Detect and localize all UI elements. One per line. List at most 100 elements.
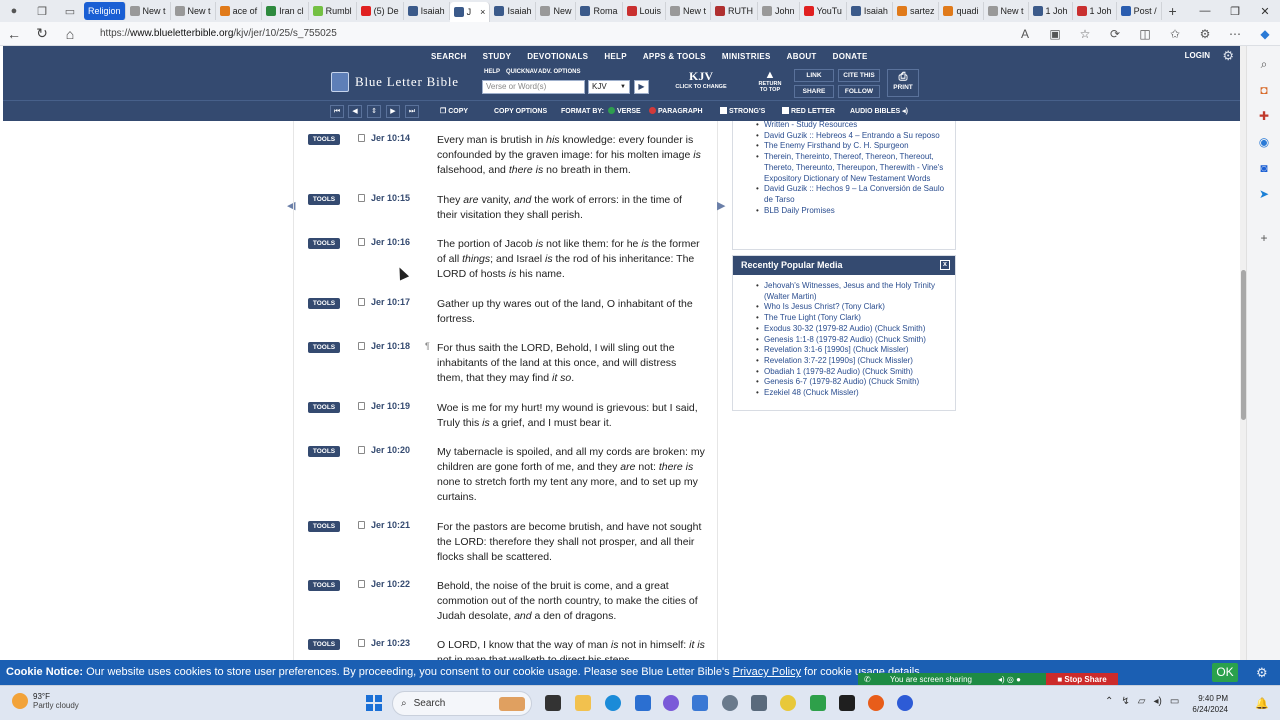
- cite-this-button[interactable]: CITE THIS: [838, 69, 880, 82]
- edge-browser-icon[interactable]: [605, 695, 621, 711]
- address-bar[interactable]: https://www.blueletterbible.org/kjv/jer/…: [88, 24, 978, 44]
- add-icon[interactable]: +: [1256, 230, 1272, 246]
- new-tab-button[interactable]: +: [1162, 3, 1184, 19]
- browser-tab[interactable]: New t: [171, 2, 216, 20]
- restore-button[interactable]: ❐: [1220, 5, 1250, 18]
- browser-tab[interactable]: quadi: [939, 2, 984, 20]
- chapter-list-icon[interactable]: ⇕: [367, 105, 381, 118]
- browser-tab[interactable]: Roma: [576, 2, 623, 20]
- browser-tab[interactable]: New t: [984, 2, 1029, 20]
- verse-tools-button[interactable]: TOOLS: [308, 194, 340, 205]
- task-view-icon[interactable]: [545, 695, 561, 711]
- verse-reference-link[interactable]: Jer 10:21: [371, 520, 410, 530]
- follow-button[interactable]: FOLLOW: [838, 85, 880, 98]
- refresh-icon[interactable]: ↻: [28, 25, 56, 42]
- browser-tab[interactable]: sartez: [893, 2, 940, 20]
- read-aloud-icon[interactable]: A: [1010, 27, 1040, 41]
- firefox-icon[interactable]: [868, 695, 884, 711]
- search-go-button[interactable]: ▶: [634, 80, 649, 94]
- browser-tab[interactable]: Louis: [623, 2, 667, 20]
- nav-donate[interactable]: DONATE: [825, 52, 876, 61]
- copy-verse-icon[interactable]: [358, 134, 365, 142]
- cookie-settings-gear-icon[interactable]: ⚙: [1256, 660, 1276, 685]
- verse-reference-link[interactable]: Jer 10:18: [371, 341, 410, 351]
- more-menu-icon[interactable]: ⋯: [1220, 27, 1250, 41]
- nav-search[interactable]: SEARCH: [423, 52, 475, 61]
- norton-icon[interactable]: [780, 695, 796, 711]
- stop-share-button[interactable]: ■ Stop Share: [1046, 673, 1118, 685]
- browser-tab[interactable]: 1 Joh: [1073, 2, 1117, 20]
- browser-tab[interactable]: Post /: [1117, 2, 1162, 20]
- browser-tab[interactable]: (5) De: [357, 2, 404, 20]
- login-link[interactable]: LOGIN: [1185, 51, 1210, 60]
- copy-verse-icon[interactable]: [358, 194, 365, 202]
- browser-tab[interactable]: Isaiah: [490, 2, 537, 20]
- tab-close-icon[interactable]: ×: [480, 7, 485, 17]
- verse-tools-button[interactable]: TOOLS: [308, 446, 340, 457]
- browser-tab[interactable]: Iran cl: [262, 2, 309, 20]
- strongs-toggle[interactable]: STRONG'S: [720, 105, 765, 118]
- verse-search-input[interactable]: Verse or Word(s): [482, 80, 585, 94]
- sync-icon[interactable]: ⟳: [1100, 27, 1130, 41]
- popular-media-link[interactable]: The True Light (Tony Clark): [756, 313, 951, 324]
- extensions-icon[interactable]: ⚙: [1190, 27, 1220, 41]
- nav-about[interactable]: ABOUT: [779, 52, 825, 61]
- popular-media-link[interactable]: Revelation 3:1-6 [1990s] (Chuck Missler): [756, 345, 951, 356]
- verse-reference-link[interactable]: Jer 10:14: [371, 133, 410, 143]
- nav-ministries[interactable]: MINISTRIES: [714, 52, 779, 61]
- verse-tools-button[interactable]: TOOLS: [308, 402, 340, 413]
- copilot-taskbar-icon[interactable]: [663, 695, 679, 711]
- popular-media-link[interactable]: Obadiah 1 (1979-82 Audio) (Chuck Smith): [756, 367, 951, 378]
- notification-bell-icon[interactable]: 🔔: [1255, 697, 1269, 710]
- copilot-icon[interactable]: ◆: [1250, 27, 1280, 41]
- tools-icon[interactable]: ✚: [1256, 108, 1272, 124]
- site-logo[interactable]: Blue Letter Bible: [331, 72, 459, 92]
- adv-options-link[interactable]: ADV. OPTIONS: [538, 69, 580, 75]
- privacy-policy-link[interactable]: Privacy Policy: [733, 666, 801, 678]
- battery-icon[interactable]: ▭: [1170, 696, 1179, 707]
- favorites-icon[interactable]: ✩: [1160, 27, 1190, 41]
- tray-chevron-up-icon[interactable]: ⌃: [1105, 696, 1113, 707]
- tray-app-icon[interactable]: ↯: [1121, 696, 1129, 707]
- copy-options-button[interactable]: COPY OPTIONS: [494, 105, 547, 118]
- browser-tab-active[interactable]: J ×: [449, 2, 491, 22]
- resource-link[interactable]: Therein, Thereinto, Thereof, Thereon, Th…: [756, 152, 951, 184]
- verse-reference-link[interactable]: Jer 10:22: [371, 579, 410, 589]
- verse-tools-button[interactable]: TOOLS: [308, 238, 340, 249]
- copy-verse-icon[interactable]: [358, 639, 365, 647]
- weather-widget[interactable]: 93°F Partly cloudy: [12, 692, 79, 710]
- first-chapter-icon[interactable]: ⏮: [330, 105, 344, 118]
- verse-reference-link[interactable]: Jer 10:23: [371, 638, 410, 648]
- zoom-icon[interactable]: [897, 695, 913, 711]
- audio-bibles-button[interactable]: AUDIO BIBLES ◂): [850, 105, 908, 118]
- app-available-icon[interactable]: ▣: [1040, 27, 1070, 41]
- workspaces-icon[interactable]: ❐: [28, 0, 56, 22]
- popular-media-link[interactable]: Who Is Jesus Christ? (Tony Clark): [756, 302, 951, 313]
- verse-reference-link[interactable]: Jer 10:15: [371, 193, 410, 203]
- outlook-icon[interactable]: ◙: [1256, 160, 1272, 176]
- next-chapter-arrow-icon[interactable]: ▶: [717, 199, 725, 212]
- version-change-button[interactable]: KJV CLICK TO CHANGE: [670, 69, 732, 99]
- resource-link[interactable]: Written - Study Resources: [756, 121, 951, 131]
- volume-icon[interactable]: ◂): [1153, 696, 1161, 707]
- tab-actions-icon[interactable]: ▭: [56, 0, 84, 22]
- verse-reference-link[interactable]: Jer 10:20: [371, 445, 410, 455]
- last-chapter-icon[interactable]: ⏭: [405, 105, 419, 118]
- copy-verse-icon[interactable]: [358, 342, 365, 350]
- link-button[interactable]: LINK: [794, 69, 834, 82]
- browser-tab[interactable]: YouTu: [800, 2, 847, 20]
- browser-tab[interactable]: Religion: [84, 2, 126, 20]
- office-icon[interactable]: ◉: [1256, 134, 1272, 150]
- verse-tools-button[interactable]: TOOLS: [308, 639, 340, 650]
- close-icon[interactable]: x: [940, 260, 950, 270]
- send-icon[interactable]: ➤: [1256, 186, 1272, 202]
- shopping-icon[interactable]: ◘: [1256, 82, 1272, 98]
- return-to-top-button[interactable]: ▲ RETURN TO TOP: [756, 69, 784, 93]
- print-button[interactable]: ⎙ PRINT: [887, 69, 919, 97]
- prev-chapter-icon[interactable]: ◀: [348, 105, 362, 118]
- search-icon[interactable]: ⌕: [1256, 56, 1272, 72]
- next-chapter-icon[interactable]: ▶: [386, 105, 400, 118]
- verse-format-radio[interactable]: VERSE: [608, 105, 641, 118]
- resource-link[interactable]: David Guzik :: Hechos 9 – La Conversión …: [756, 184, 951, 205]
- verse-reference-link[interactable]: Jer 10:19: [371, 401, 410, 411]
